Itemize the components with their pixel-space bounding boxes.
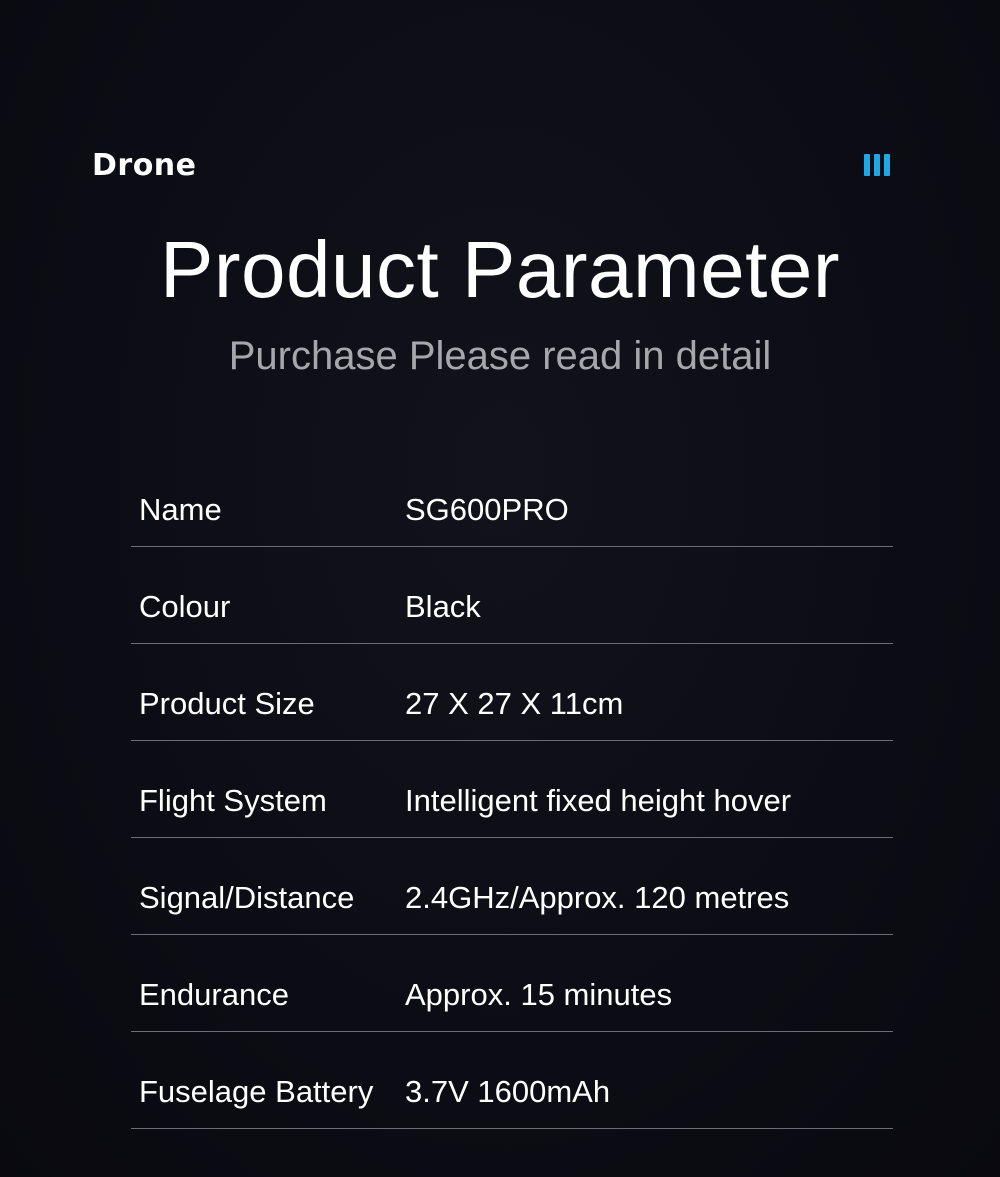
spec-label: Fuselage Battery — [139, 1074, 374, 1109]
spec-label: Product Size — [139, 686, 315, 721]
spec-label: Name — [139, 492, 222, 527]
spec-row-flight-system: Flight System Intelligent fixed height h… — [131, 741, 893, 838]
three-bars-icon — [864, 154, 890, 176]
page-background: Drone Product Parameter Purchase Please … — [0, 0, 1000, 1177]
spec-label: Flight System — [139, 783, 327, 818]
spec-row-name: Name SG600PRO — [131, 466, 893, 547]
spec-value: Approx. 15 minutes — [405, 977, 673, 1012]
spec-label: Endurance — [139, 977, 289, 1012]
spec-row-product-size: Product Size 27 X 27 X 11cm — [131, 644, 893, 741]
page-subtitle: Purchase Please read in detail — [228, 334, 772, 378]
spec-row-signal-distance: Signal/Distance 2.4GHz/Approx. 120 metre… — [131, 838, 893, 935]
spec-row-endurance: Endurance Approx. 15 minutes — [131, 935, 893, 1032]
spec-row-fuselage-battery: Fuselage Battery 3.7V 1600mAh — [131, 1032, 893, 1129]
bar-3 — [884, 154, 890, 176]
spec-value: 27 X 27 X 11cm — [405, 686, 624, 721]
brand-label: Drone — [92, 148, 197, 183]
spec-row-colour: Colour Black — [131, 547, 893, 644]
spec-label: Signal/Distance — [139, 880, 355, 915]
spec-value: SG600PRO — [405, 492, 569, 527]
page-title: Product Parameter — [160, 225, 840, 314]
spec-value: Intelligent fixed height hover — [405, 783, 792, 818]
bar-2 — [874, 154, 880, 176]
spec-label: Colour — [139, 589, 231, 624]
spec-value: 2.4GHz/Approx. 120 metres — [405, 880, 790, 915]
spec-table: Name SG600PRO Colour Black Product Size … — [131, 466, 893, 1129]
bar-1 — [864, 154, 870, 176]
spec-value: Black — [405, 589, 481, 624]
spec-value: 3.7V 1600mAh — [405, 1074, 611, 1109]
